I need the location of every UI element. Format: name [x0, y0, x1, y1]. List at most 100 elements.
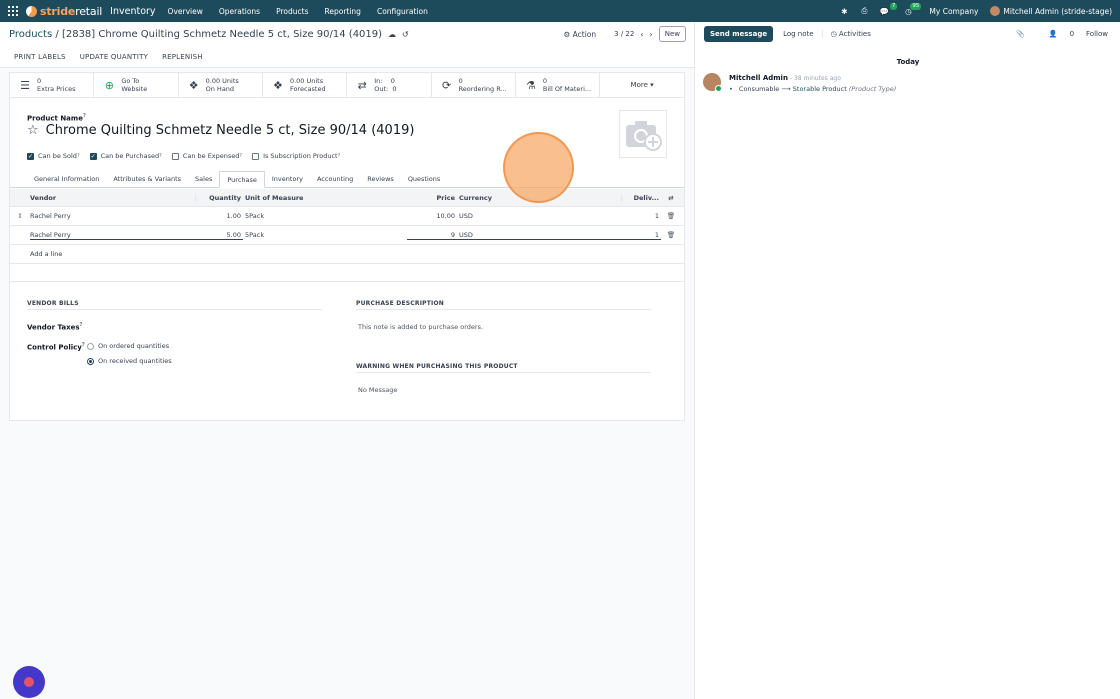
can-be-purchased-checkbox[interactable]: ✓ Can be Purchased? — [89, 152, 162, 160]
cell-quantity[interactable]: 1.00 — [195, 212, 243, 220]
purchase-description-input[interactable]: This note is added to purchase orders. — [356, 323, 651, 331]
add-line-link[interactable]: Add a line — [10, 245, 684, 264]
pager-value[interactable]: 3 / 22 — [614, 30, 634, 38]
discard-undo-icon[interactable]: ↺ — [402, 30, 409, 39]
col-price[interactable]: Price — [407, 194, 457, 202]
menu-reporting[interactable]: Reporting — [324, 7, 360, 16]
cell-vendor[interactable]: Rachel Perry — [30, 212, 195, 220]
more-button[interactable]: More ▾ — [600, 73, 684, 97]
extra-prices-button[interactable]: ☰ 0 Extra Prices — [10, 73, 95, 97]
cell-quantity-input[interactable]: 5.00 — [195, 231, 243, 240]
activity-clock-icon[interactable]: ◷ 95 — [901, 3, 922, 17]
tab-inventory[interactable]: Inventory — [265, 171, 310, 187]
stat-label: Extra Prices — [37, 85, 76, 93]
pager-next-icon[interactable]: › — [650, 30, 653, 39]
followers-button[interactable]: 👤 0 — [1037, 30, 1074, 38]
cell-uom[interactable]: 5Pack — [243, 212, 407, 220]
update-quantity-button[interactable]: UPDATE QUANTITY — [80, 53, 148, 61]
brand-logo[interactable]: stride retail — [26, 5, 102, 18]
bill-of-materials-button[interactable]: ⚗ 0 Bill Of Materi... — [516, 73, 601, 97]
follow-button[interactable]: Follow — [1086, 30, 1108, 38]
optional-columns-icon[interactable]: ⇄ — [661, 194, 681, 202]
control-policy-radios: On ordered quantities On received quanti… — [87, 342, 172, 372]
printer-icon[interactable]: ⎙ — [857, 5, 871, 17]
on-hand-button[interactable]: ❖ 0.00 Units On Hand — [179, 73, 263, 97]
is-subscription-checkbox[interactable]: Is Subscription Product? — [252, 152, 340, 160]
cell-currency-input[interactable]: USD — [457, 231, 621, 240]
radio-ordered-quantities[interactable]: On ordered quantities — [87, 342, 172, 350]
notebook-tabs: General Information Attributes & Variant… — [10, 171, 684, 188]
col-delivery[interactable]: Deliv... — [621, 193, 661, 202]
col-uom[interactable]: Unit of Measure — [243, 194, 407, 202]
help-tooltip-icon[interactable]: ? — [159, 153, 162, 159]
cell-currency[interactable]: USD — [457, 212, 621, 220]
save-cloud-icon[interactable]: ☁ — [388, 30, 396, 39]
bug-icon[interactable]: ✱ — [837, 5, 851, 17]
company-switcher[interactable]: My Company — [929, 7, 978, 16]
table-row[interactable]: ⇕ Rachel Perry 1.00 5Pack 10.00 USD 1 🗑 — [10, 207, 684, 226]
replenish-button[interactable]: REPLENISH — [162, 53, 203, 61]
chat-icon[interactable]: 💬 7 — [877, 3, 898, 17]
help-tooltip-icon[interactable]: ? — [77, 153, 80, 159]
favorite-star-icon[interactable]: ☆ — [27, 123, 39, 138]
tab-reviews[interactable]: Reviews — [360, 171, 401, 187]
forecasted-button[interactable]: ❖ 0.00 Units Forecasted — [263, 73, 348, 97]
can-be-expensed-checkbox[interactable]: Can be Expensed? — [171, 152, 242, 160]
paperclip-icon[interactable]: 📎 — [1016, 30, 1025, 38]
checkbox-label: Can be Purchased — [100, 152, 160, 160]
print-labels-button[interactable]: PRINT LABELS — [14, 53, 66, 61]
radio-received-quantities[interactable]: On received quantities — [87, 357, 172, 365]
tab-questions[interactable]: Questions — [401, 171, 447, 187]
send-message-button[interactable]: Send message — [704, 26, 774, 42]
cell-vendor-input[interactable]: Rachel Perry — [30, 231, 195, 240]
tab-accounting[interactable]: Accounting — [310, 171, 360, 187]
cell-uom-input[interactable]: 5Pack — [243, 231, 407, 239]
product-name-input[interactable]: Chrome Quilting Schmetz Needle 5 ct, Siz… — [46, 123, 415, 138]
cell-delivery-input[interactable]: 1 — [621, 231, 661, 240]
menu-products[interactable]: Products — [276, 7, 308, 16]
reordering-rules-button[interactable]: ⟳ 0 Reordering R... — [432, 73, 516, 97]
drag-handle-icon[interactable]: ⇕ — [10, 212, 30, 220]
trash-icon[interactable]: 🗑 — [661, 212, 681, 220]
author-avatar[interactable] — [703, 73, 722, 92]
help-tooltip-icon[interactable]: ? — [80, 322, 83, 328]
message-author[interactable]: Mitchell Admin — [729, 74, 788, 82]
tab-general-information[interactable]: General Information — [27, 171, 106, 187]
chatter-message: Mitchell Admin - 38 minutes ago • Consuma… — [703, 73, 896, 93]
table-row-editing[interactable]: Rachel Perry 5.00 5Pack 9 USD 1 🗑 — [10, 226, 684, 245]
menu-overview[interactable]: Overview — [168, 7, 203, 16]
user-menu[interactable]: Mitchell Admin (stride-stage) — [990, 6, 1112, 16]
cell-delivery[interactable]: 1 — [621, 212, 661, 220]
list-icon: ☰ — [20, 78, 30, 92]
can-be-sold-checkbox[interactable]: ✓ Can be Sold? — [27, 152, 80, 160]
assistant-bubble-icon[interactable] — [13, 666, 45, 698]
in-out-button[interactable]: ⇄ In: 0 Out: 0 — [347, 73, 432, 97]
chat-badge: 7 — [889, 3, 898, 10]
col-quantity[interactable]: Quantity — [195, 193, 243, 202]
tab-sales[interactable]: Sales — [188, 171, 219, 187]
activities-button[interactable]: ◷ Activities — [821, 30, 871, 38]
cell-price-input[interactable]: 9 — [407, 231, 457, 240]
trash-icon[interactable]: 🗑 — [661, 231, 681, 239]
tab-attributes-variants[interactable]: Attributes & Variants — [106, 171, 188, 187]
help-tooltip-icon[interactable]: ? — [338, 153, 341, 159]
app-name[interactable]: Inventory — [110, 6, 155, 17]
col-vendor[interactable]: Vendor — [30, 194, 195, 202]
cell-price[interactable]: 10.00 — [407, 212, 457, 220]
new-button[interactable]: New — [658, 26, 686, 42]
help-tooltip-icon[interactable]: ? — [239, 153, 242, 159]
action-menu[interactable]: ⚙ Action — [564, 30, 597, 39]
app-grid-icon[interactable] — [8, 6, 18, 16]
menu-operations[interactable]: Operations — [219, 7, 260, 16]
pager-prev-icon[interactable]: ‹ — [640, 30, 643, 39]
menu-configuration[interactable]: Configuration — [377, 7, 428, 16]
help-tooltip-icon[interactable]: ? — [83, 113, 86, 119]
product-image-placeholder[interactable] — [619, 110, 667, 158]
tab-purchase[interactable]: Purchase — [219, 171, 265, 188]
go-to-website-button[interactable]: ⊕ Go To Website — [94, 73, 179, 97]
breadcrumb-products[interactable]: Products — [9, 29, 52, 40]
log-note-button[interactable]: Log note — [783, 30, 814, 38]
help-tooltip-icon[interactable]: ? — [82, 342, 85, 348]
control-panel: Products / [2838] Chrome Quilting Schmet… — [0, 22, 694, 46]
purchase-warning-select[interactable]: No Message — [356, 386, 651, 394]
